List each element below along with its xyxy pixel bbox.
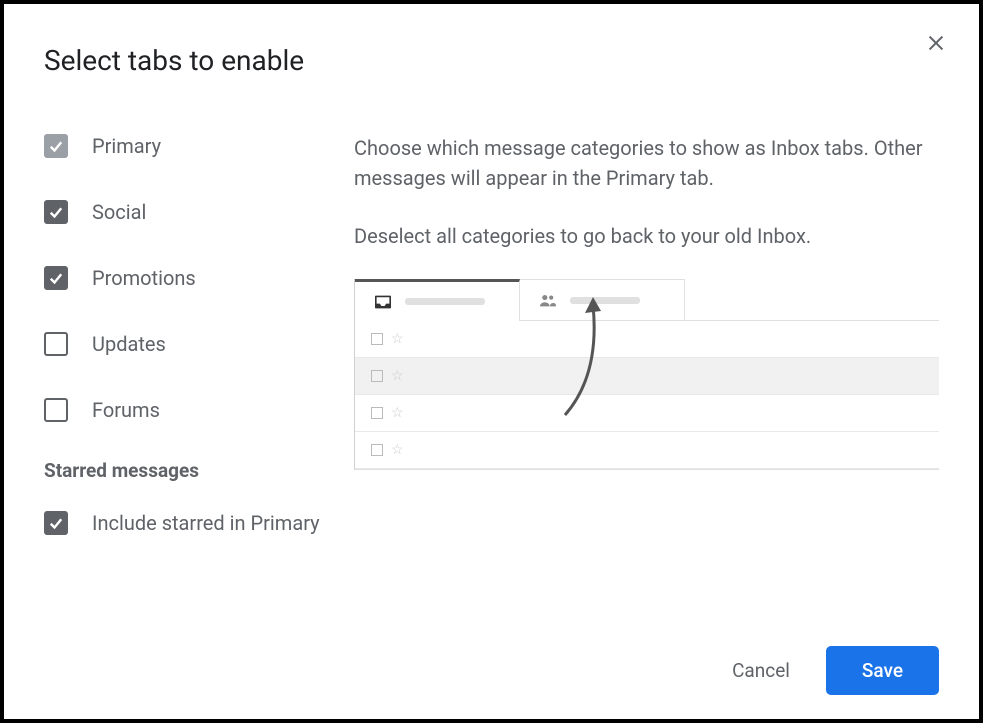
preview-row: ☆ (355, 395, 939, 432)
close-icon (925, 32, 947, 54)
primary-checkbox (44, 134, 68, 158)
checkmark-icon (47, 269, 65, 287)
star-icon: ☆ (391, 405, 404, 421)
placeholder-bar (570, 297, 640, 304)
forums-checkbox[interactable] (44, 398, 68, 422)
category-forums: Forums (44, 397, 334, 423)
category-social: Social (44, 199, 334, 225)
close-button[interactable] (925, 32, 947, 58)
forums-label: Forums (92, 397, 160, 423)
dialog-content: Primary Social Promotions Updates (44, 133, 939, 576)
primary-label: Primary (92, 133, 161, 159)
people-icon (538, 292, 558, 308)
star-icon: ☆ (391, 331, 404, 347)
preview-tab-social (520, 279, 685, 321)
inbox-preview: ☆ ☆ ☆ ☆ (354, 279, 939, 470)
preview-row: ☆ (355, 321, 939, 358)
categories-column: Primary Social Promotions Updates (44, 133, 334, 576)
preview-tab-primary (355, 279, 520, 321)
save-button[interactable]: Save (826, 646, 939, 695)
preview-rows: ☆ ☆ ☆ ☆ (355, 321, 939, 469)
starred-heading: Starred messages (44, 459, 334, 482)
checkmark-icon (47, 137, 65, 155)
row-checkbox-icon (371, 444, 383, 456)
row-checkbox-icon (371, 407, 383, 419)
social-label: Social (92, 199, 146, 225)
select-tabs-dialog: Select tabs to enable Primary Social Pro… (4, 4, 979, 719)
cancel-button[interactable]: Cancel (724, 647, 798, 694)
include-starred-label: Include starred in Primary (92, 510, 320, 536)
dialog-footer: Cancel Save (724, 646, 939, 695)
promotions-label: Promotions (92, 265, 196, 291)
star-icon: ☆ (391, 368, 404, 384)
category-primary: Primary (44, 133, 334, 159)
updates-label: Updates (92, 331, 166, 357)
include-starred-checkbox[interactable] (44, 511, 68, 535)
placeholder-bar (405, 298, 485, 305)
info-text-1: Choose which message categories to show … (354, 133, 939, 193)
preview-row: ☆ (355, 432, 939, 469)
info-column: Choose which message categories to show … (354, 133, 939, 576)
updates-checkbox[interactable] (44, 332, 68, 356)
starred-include-row: Include starred in Primary (44, 510, 334, 536)
social-checkbox[interactable] (44, 200, 68, 224)
preview-tab-strip (355, 279, 939, 321)
promotions-checkbox[interactable] (44, 266, 68, 290)
row-checkbox-icon (371, 333, 383, 345)
category-promotions: Promotions (44, 265, 334, 291)
inbox-icon (373, 294, 393, 310)
info-text-2: Deselect all categories to go back to yo… (354, 221, 939, 251)
checkmark-icon (47, 203, 65, 221)
star-icon: ☆ (391, 442, 404, 458)
preview-tab-empty (685, 279, 939, 321)
checkmark-icon (47, 514, 65, 532)
preview-row: ☆ (355, 358, 939, 395)
category-updates: Updates (44, 331, 334, 357)
row-checkbox-icon (371, 370, 383, 382)
dialog-title: Select tabs to enable (44, 44, 939, 77)
